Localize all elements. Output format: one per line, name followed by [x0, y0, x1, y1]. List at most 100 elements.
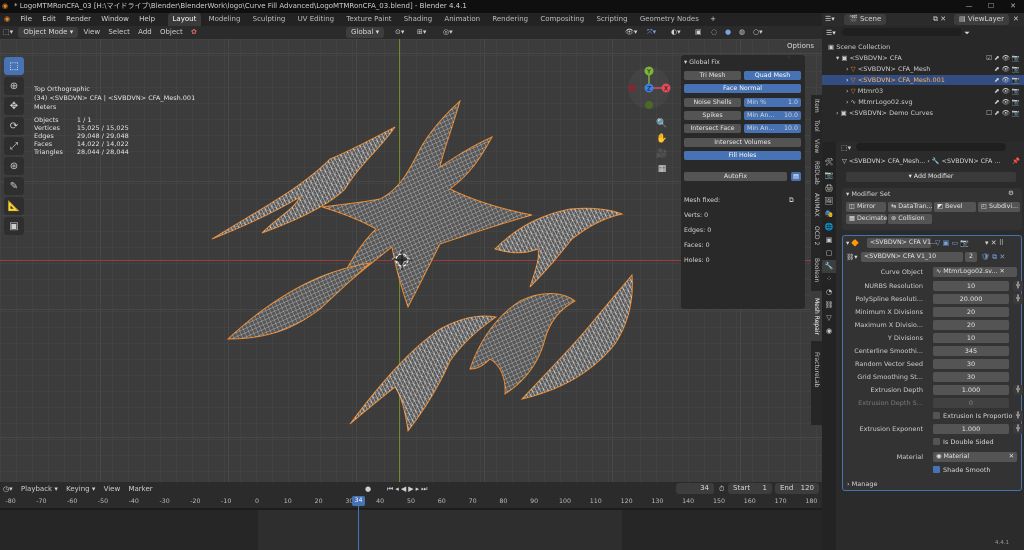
editor-type-icon[interactable]: ⬚▾: [0, 26, 16, 39]
shade-smooth-checkbox[interactable]: Shade Smooth: [933, 465, 1023, 476]
shading-wireframe-icon[interactable]: ◌: [708, 26, 720, 39]
record-icon[interactable]: ●: [362, 482, 374, 496]
world-props-icon[interactable]: 🌐: [822, 221, 836, 234]
visibility-toggles[interactable]: ⬈ 👁 📷: [994, 75, 1020, 85]
visibility-toggles[interactable]: ⬈ 👁 📷: [994, 64, 1020, 74]
nurbs-resolution-field[interactable]: 10: [933, 281, 1009, 291]
timeline-view-menu[interactable]: View: [101, 482, 124, 496]
add-modifier-button[interactable]: ▾ Add Modifier: [846, 172, 1016, 182]
keyframe-icon[interactable]: ╬: [1013, 294, 1023, 304]
bevel-modifier-button[interactable]: ◩ Bevel: [934, 202, 976, 212]
select-box-tool-icon[interactable]: ⬚: [4, 57, 24, 75]
keyframe-icon[interactable]: ╬: [1013, 281, 1023, 291]
keyframe-icon[interactable]: ╬: [1013, 411, 1023, 421]
y-divisions-field[interactable]: 10: [933, 333, 1009, 343]
outliner-row-mtmr03[interactable]: › ▽ Mtmr03 ⬈ 👁 📷: [822, 86, 1024, 96]
scale-tool-icon[interactable]: ⤢: [4, 137, 24, 155]
shading-rendered-icon[interactable]: ○▾: [750, 26, 766, 39]
transform-orientation-dropdown[interactable]: Global ▾: [346, 27, 385, 38]
menu-file[interactable]: File: [16, 13, 36, 26]
node-group-actions[interactable]: 🛡 ⧉ ✕: [981, 252, 1005, 262]
constraints-props-icon[interactable]: ⛓: [822, 299, 836, 312]
playhead-frame[interactable]: 34: [352, 496, 365, 506]
timeline-editor-icon[interactable]: ◷▾: [0, 482, 16, 496]
marker-menu[interactable]: Marker: [125, 482, 155, 496]
annotate-tool-icon[interactable]: ✎: [4, 177, 24, 195]
ortho-grid-icon[interactable]: ▦: [656, 164, 668, 176]
extrusion-depth-field[interactable]: 1.000: [933, 385, 1009, 395]
tab-mesh-repair[interactable]: Mesh Repair: [811, 291, 822, 341]
global-fix-header[interactable]: ▾ Global Fix: [684, 58, 720, 67]
decimate-modifier-button[interactable]: ▦ Decimate: [846, 214, 887, 224]
tab-fracturelab[interactable]: FractureLab: [811, 345, 822, 395]
gizmo-toggle-icon[interactable]: ⤧▾: [644, 26, 659, 39]
minimize-icon[interactable]: —: [958, 0, 980, 13]
visibility-toggles[interactable]: ⬈ 👁 📷: [994, 97, 1020, 107]
fill-holes-button[interactable]: Fill Holes: [684, 151, 801, 160]
tab-compositing[interactable]: Compositing: [535, 13, 589, 26]
visibility-toggles[interactable]: ⬈ 👁 📷: [994, 86, 1020, 96]
collision-modifier-button[interactable]: ⊚ Collision: [888, 214, 932, 224]
modifier-collapse-icon[interactable]: ▾ 🔶: [846, 238, 859, 248]
visibility-toggles[interactable]: ☐ ⬈ 👁 📷: [986, 108, 1020, 118]
node-tree-icon[interactable]: ⛓▾: [846, 252, 858, 262]
tab-view[interactable]: View: [811, 137, 822, 155]
extrusion-exponent-field[interactable]: 1.000: [933, 424, 1009, 434]
noise-min-percent-field[interactable]: Min % 1.0: [744, 98, 801, 107]
menu-edit[interactable]: Edit: [38, 13, 60, 26]
view-layer-close-icon[interactable]: ✕: [1010, 13, 1022, 26]
tri-mesh-button[interactable]: Tri Mesh: [684, 71, 741, 80]
menu-render[interactable]: Render: [62, 13, 95, 26]
autofix-button[interactable]: AutoFix: [684, 172, 787, 181]
tab-animation[interactable]: Animation: [439, 13, 485, 26]
polyspline-resolution-field[interactable]: 20.000: [933, 294, 1009, 304]
current-frame-field[interactable]: 34: [676, 483, 714, 494]
properties-search-input[interactable]: [856, 143, 1007, 151]
modifier-props-icon[interactable]: 🔧: [822, 260, 836, 273]
random-vector-seed-field[interactable]: 30: [933, 359, 1009, 369]
measure-tool-icon[interactable]: 📐: [4, 197, 24, 215]
menu-window[interactable]: Window: [97, 13, 133, 26]
centerline-smoothing-field[interactable]: 345: [933, 346, 1009, 356]
node-users-count[interactable]: 2: [965, 252, 977, 262]
proportional-edit-icon[interactable]: ◎▾: [440, 26, 456, 39]
tab-sculpting[interactable]: Sculpting: [248, 13, 291, 26]
maximize-icon[interactable]: ☐: [980, 0, 1002, 13]
modifier-display-toggles[interactable]: ▽ ▣ ▭ 📷: [935, 238, 969, 248]
playback-controls[interactable]: ⏮◂◀▶▸⏭: [384, 482, 432, 496]
start-frame-field[interactable]: Start 1: [728, 483, 772, 494]
grid-smoothing-field[interactable]: 30: [933, 372, 1009, 382]
visibility-toggles[interactable]: ☑ ⬈ 👁 📷: [986, 53, 1020, 63]
data-props-icon[interactable]: ▽: [822, 312, 836, 325]
quad-mesh-button[interactable]: Quad Mesh: [744, 71, 801, 80]
mode-dropdown[interactable]: Object Mode ▾: [18, 27, 79, 38]
overlay-toggle-icon[interactable]: ◐▾: [668, 26, 684, 39]
view-layer-props-icon[interactable]: 🖼: [822, 195, 836, 208]
intersect-volumes-button[interactable]: Intersect Volumes: [684, 138, 801, 147]
min-x-divisions-field[interactable]: 20: [933, 307, 1009, 317]
filter-icon[interactable]: ⏷: [964, 29, 970, 37]
shading-solid-icon[interactable]: ●: [722, 26, 734, 39]
render-props-icon[interactable]: 📷: [822, 169, 836, 182]
playback-menu[interactable]: Playback ▾: [18, 482, 61, 496]
tab-rendering[interactable]: Rendering: [487, 13, 533, 26]
outliner-row-svg[interactable]: › ∿ MtmrLogo02.svg ⬈ 👁 📷: [822, 97, 1024, 107]
datatransfer-modifier-button[interactable]: ⇆ DataTran...: [888, 202, 933, 212]
view-menu[interactable]: View: [80, 26, 103, 39]
tab-boolean[interactable]: Boolean: [811, 253, 822, 287]
tab-geometry-nodes[interactable]: Geometry Nodes: [635, 13, 704, 26]
tab-item[interactable]: Item: [811, 97, 822, 115]
tab-scripting[interactable]: Scripting: [591, 13, 632, 26]
add-menu[interactable]: Add: [135, 26, 155, 39]
xray-icon[interactable]: ▣: [692, 26, 705, 39]
move-tool-icon[interactable]: ✥: [4, 97, 24, 115]
cursor-tool-icon[interactable]: ⊕: [4, 77, 24, 95]
manage-subpanel-header[interactable]: › Manage: [847, 479, 947, 490]
view-layer-selector[interactable]: ▤ ViewLayer: [954, 14, 1009, 25]
select-menu[interactable]: Select: [105, 26, 133, 39]
tab-shading[interactable]: Shading: [399, 13, 437, 26]
object-menu[interactable]: Object: [157, 26, 186, 39]
spikes-min-angle-field[interactable]: Min An... 10.0: [744, 111, 801, 120]
tab-uv-editing[interactable]: UV Editing: [293, 13, 340, 26]
material-props-icon[interactable]: ◉: [822, 325, 836, 338]
